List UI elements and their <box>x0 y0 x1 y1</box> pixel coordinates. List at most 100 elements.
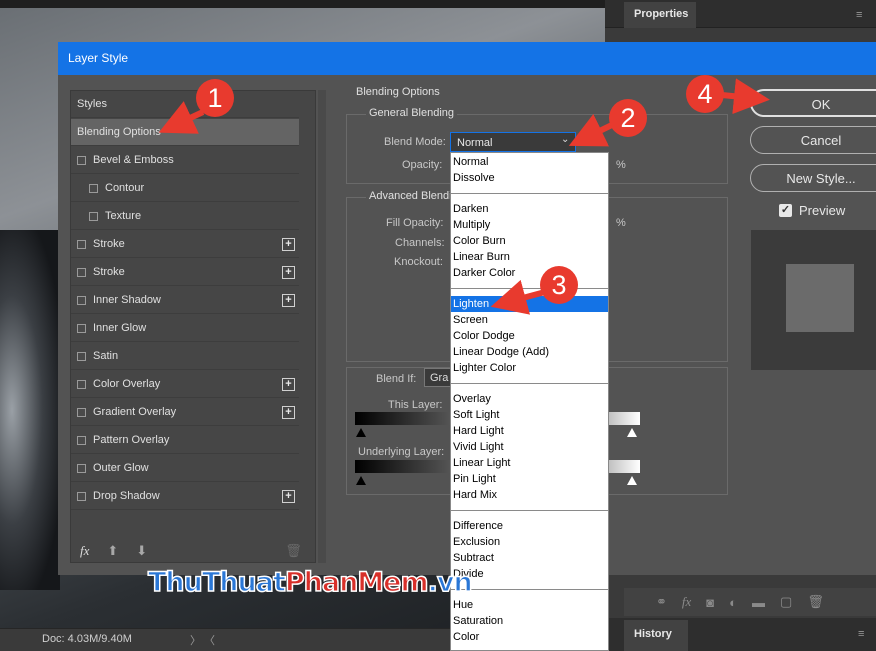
blend-mode-option[interactable]: Color <box>451 629 608 645</box>
add-effect-icon[interactable]: + <box>282 294 295 307</box>
underlying-layer-black-slider[interactable] <box>356 476 366 485</box>
style-item[interactable]: Bevel & Emboss <box>71 147 299 174</box>
style-checkbox[interactable] <box>77 267 86 277</box>
style-checkbox[interactable] <box>89 211 98 221</box>
style-checkbox[interactable] <box>77 323 86 333</box>
blend-mode-option[interactable]: Pin Light <box>451 471 608 487</box>
style-checkbox[interactable] <box>77 407 86 417</box>
blend-mode-option[interactable]: Divide <box>451 566 608 582</box>
blend-mode-option[interactable]: Linear Burn <box>451 249 608 265</box>
style-checkbox[interactable] <box>77 463 86 473</box>
blend-mode-option[interactable]: Normal <box>451 154 608 170</box>
style-checkbox[interactable] <box>77 491 86 501</box>
this-layer-black-slider[interactable] <box>356 428 366 437</box>
style-item[interactable]: Gradient Overlay + <box>71 399 299 426</box>
blend-mode-option[interactable]: Lighten <box>451 296 608 312</box>
panel-menu-icon[interactable]: ≡ <box>856 9 862 21</box>
style-checkbox[interactable] <box>77 435 86 445</box>
chevron-down-icon[interactable]: ⌄ <box>561 134 569 145</box>
style-item[interactable]: Color Overlay + <box>71 371 299 398</box>
trash-icon[interactable]: 🗑 <box>807 594 824 610</box>
blend-mode-label: Blend Mode: <box>384 136 446 148</box>
annotation-badge-4: 4 <box>686 75 724 113</box>
move-down-icon[interactable]: ⬇ <box>136 543 147 559</box>
add-effect-icon[interactable]: + <box>282 266 295 279</box>
preview-checkbox[interactable]: ✓ <box>779 204 792 217</box>
blend-mode-option[interactable]: Hard Mix <box>451 487 608 503</box>
mask-icon[interactable]: ◙ <box>706 595 714 610</box>
new-style-button[interactable]: New Style... <box>750 164 876 192</box>
this-layer-white-slider[interactable] <box>627 428 637 437</box>
blend-mode-option[interactable]: Screen <box>451 312 608 328</box>
blend-mode-option[interactable]: Lighter Color <box>451 360 608 376</box>
blend-mode-option[interactable]: Color Burn <box>451 233 608 249</box>
blend-mode-option[interactable]: Subtract <box>451 550 608 566</box>
styles-toolbar: fx ⬆ ⬇ 🗑 <box>80 542 320 560</box>
style-item[interactable]: Stroke + <box>71 231 299 258</box>
status-arrows-icon[interactable]: 〉 〈 <box>190 632 215 648</box>
style-item-label: Stroke <box>93 238 125 250</box>
link-icon[interactable]: ⚭ <box>656 594 667 610</box>
blend-mode-option[interactable]: Multiply <box>451 217 608 233</box>
fx-icon[interactable]: fx <box>682 594 691 610</box>
style-item[interactable]: Drop Shadow + <box>71 483 299 510</box>
style-checkbox[interactable] <box>77 295 86 305</box>
style-checkbox[interactable] <box>77 351 86 361</box>
ok-button[interactable]: OK <box>750 89 876 117</box>
style-checkbox[interactable] <box>89 183 98 193</box>
add-effect-icon[interactable]: + <box>282 406 295 419</box>
styles-scrollbar[interactable] <box>318 90 326 563</box>
style-item-label: Bevel & Emboss <box>93 154 174 166</box>
dialog-titlebar[interactable]: Layer Style <box>58 42 876 75</box>
dropdown-separator <box>451 288 608 289</box>
fx-menu-icon[interactable]: fx <box>80 543 89 559</box>
style-checkbox[interactable] <box>77 239 86 249</box>
blend-mode-option[interactable]: Overlay <box>451 391 608 407</box>
blend-mode-option[interactable]: Color Dodge <box>451 328 608 344</box>
blend-mode-option[interactable]: Dissolve <box>451 170 608 186</box>
blend-mode-option[interactable]: Difference <box>451 518 608 534</box>
delete-effect-icon[interactable]: 🗑 <box>285 543 302 559</box>
blend-mode-option[interactable]: Hard Light <box>451 423 608 439</box>
adjustment-icon[interactable]: ◐ <box>729 595 737 610</box>
panel-menu-icon[interactable]: ≡ <box>858 628 864 640</box>
tab-history[interactable]: History <box>624 620 688 651</box>
blend-mode-select[interactable]: Normal <box>450 132 576 152</box>
style-item[interactable]: Texture <box>71 203 299 230</box>
style-item[interactable]: Inner Shadow + <box>71 287 299 314</box>
styles-header[interactable]: Styles <box>71 91 299 118</box>
knockout-label: Knockout: <box>394 256 443 268</box>
style-item[interactable]: Blending Options <box>71 119 299 146</box>
blend-mode-option[interactable]: Saturation <box>451 613 608 629</box>
style-checkbox[interactable] <box>77 155 86 165</box>
style-item-label: Satin <box>93 350 119 362</box>
style-item[interactable]: Inner Glow <box>71 315 299 342</box>
cancel-button[interactable]: Cancel <box>750 126 876 154</box>
blend-mode-option[interactable]: Darker Color <box>451 265 608 281</box>
add-effect-icon[interactable]: + <box>282 490 295 503</box>
style-item[interactable]: Outer Glow <box>71 455 299 482</box>
underlying-layer-white-slider[interactable] <box>627 476 637 485</box>
add-effect-icon[interactable]: + <box>282 378 295 391</box>
blend-mode-value: Normal <box>457 137 493 149</box>
blend-mode-option[interactable]: Hue <box>451 597 608 613</box>
move-up-icon[interactable]: ⬆ <box>107 543 118 559</box>
folder-icon[interactable]: ▬ <box>752 595 765 610</box>
blend-mode-option[interactable]: Soft Light <box>451 407 608 423</box>
this-layer-label: This Layer: <box>388 399 443 411</box>
blend-mode-option[interactable]: Linear Dodge (Add) <box>451 344 608 360</box>
blend-mode-option[interactable]: Darken <box>451 201 608 217</box>
style-checkbox[interactable] <box>77 379 86 389</box>
add-effect-icon[interactable]: + <box>282 238 295 251</box>
style-item[interactable]: Satin <box>71 343 299 370</box>
blend-mode-option[interactable]: Linear Light <box>451 455 608 471</box>
style-item[interactable]: Pattern Overlay <box>71 427 299 454</box>
new-layer-icon[interactable]: ▢ <box>780 594 792 610</box>
style-item[interactable]: Contour <box>71 175 299 202</box>
style-item[interactable]: Stroke + <box>71 259 299 286</box>
blend-mode-option[interactable]: Vivid Light <box>451 439 608 455</box>
style-item-label: Gradient Overlay <box>93 406 177 418</box>
blend-mode-option[interactable]: Exclusion <box>451 534 608 550</box>
opacity-unit: % <box>616 159 626 171</box>
tab-properties[interactable]: Properties <box>624 2 696 28</box>
